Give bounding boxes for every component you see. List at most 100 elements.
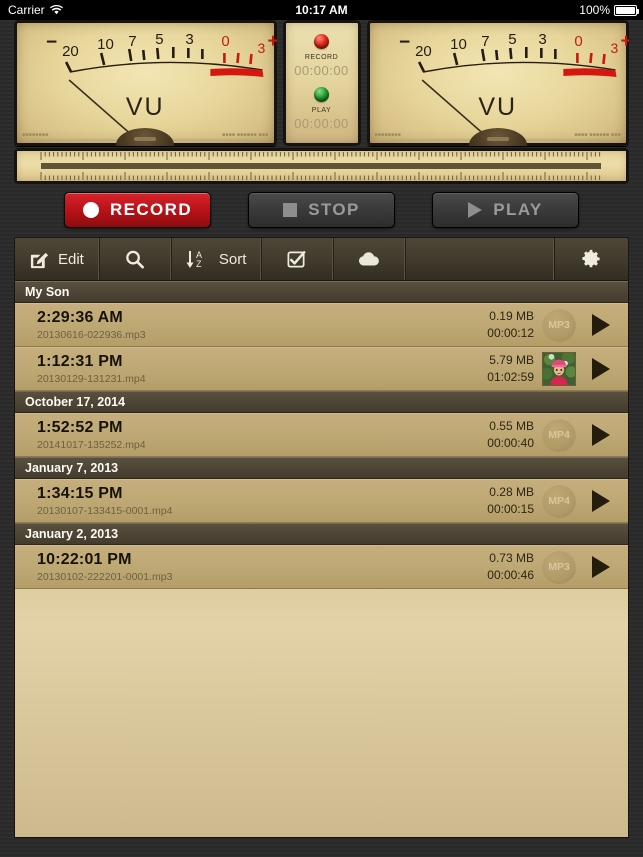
- edit-button[interactable]: Edit: [15, 238, 99, 280]
- svg-text:0: 0: [221, 33, 229, 50]
- recording-row-main: 2:29:36 AM 20130616-022936.mp3: [15, 309, 450, 341]
- play-timer: 00:00:00: [294, 116, 349, 131]
- settings-button[interactable]: [554, 238, 628, 280]
- svg-text:−: −: [399, 32, 410, 53]
- vu-footer-right-text: ■■■■ ■■■■■■ ■■■: [221, 132, 269, 138]
- select-button[interactable]: [261, 238, 334, 280]
- timer-panel: RECORD 00:00:00 PLAY 00:00:00: [282, 20, 361, 146]
- recording-time: 1:12:31 PM: [37, 352, 123, 370]
- battery-full-icon: [614, 4, 639, 16]
- play-icon: [592, 357, 610, 380]
- record-led: [314, 34, 329, 49]
- edit-button-label: Edit: [58, 250, 84, 268]
- recording-thumbnail[interactable]: [542, 351, 576, 386]
- recording-meta: 0.55 MB 00:00:40: [450, 419, 542, 450]
- svg-text:10: 10: [97, 36, 114, 53]
- recording-row-main: 1:12:31 PM 20130129-131231.mp4: [15, 353, 450, 385]
- section-title: My Son: [25, 284, 70, 299]
- record-button[interactable]: RECORD: [64, 192, 211, 228]
- toolbar-spacer: [405, 238, 554, 280]
- app-screen: Carrier 10:17 AM 100% − 20 10 7 5 3 0 3 …: [0, 0, 643, 857]
- svg-text:0: 0: [574, 33, 582, 50]
- recording-row[interactable]: 1:34:15 PM 20130107-133415-0001.mp4 0.28 M…: [15, 479, 628, 523]
- row-play-button[interactable]: [586, 313, 616, 336]
- recording-size: 5.79 MB: [489, 353, 534, 367]
- search-button[interactable]: [99, 238, 171, 280]
- record-timer: 00:00:00: [294, 63, 349, 78]
- play-indicator-label: PLAY: [311, 107, 332, 114]
- recording-time: 1:52:52 PM: [37, 418, 123, 436]
- list-section-header: My Son: [15, 281, 628, 303]
- stop-button-label: STOP: [308, 200, 360, 219]
- svg-text:7: 7: [128, 33, 136, 50]
- recording-filename: 20130102-222201-0001.mp3: [37, 570, 173, 583]
- recording-size: 0.73 MB: [489, 551, 534, 565]
- svg-text:10: 10: [450, 36, 467, 53]
- section-title: January 2, 2013: [25, 526, 119, 541]
- play-led: [314, 87, 329, 102]
- recording-row[interactable]: 1:52:52 PM 20141017-135252.mp4 0.55 MB 00:0…: [15, 413, 628, 457]
- vu-meter-right: − 20 10 7 5 3 0 3 + VU ■■■■■■■■ ■■■■ ■■■…: [366, 20, 629, 146]
- section-title: January 7, 2013: [25, 460, 119, 475]
- recordings-list[interactable]: My Son 2:29:36 AM 20130616-022936.mp3 0.19 …: [14, 281, 629, 838]
- svg-text:5: 5: [155, 31, 163, 48]
- svg-text:3: 3: [185, 31, 193, 48]
- recording-duration: 00:00:12: [487, 326, 534, 340]
- recording-meta: 0.28 MB 00:00:15: [450, 485, 542, 516]
- svg-text:5: 5: [508, 31, 516, 48]
- row-play-button[interactable]: [586, 489, 616, 512]
- recording-duration: 00:00:40: [487, 436, 534, 450]
- cloud-icon: [357, 250, 381, 268]
- checkbox-check-icon: [286, 249, 307, 270]
- svg-text:7: 7: [481, 33, 489, 50]
- cloud-button[interactable]: [333, 238, 406, 280]
- record-dot-icon: [82, 202, 99, 218]
- recording-filename: 20130129-131231.mp4: [37, 372, 146, 385]
- play-icon: [592, 555, 610, 578]
- play-button-label: PLAY: [493, 200, 543, 219]
- recording-format-badge: MP4: [542, 483, 576, 518]
- transport-controls: RECORD STOP PLAY: [0, 189, 643, 231]
- recording-time: 2:29:36 AM: [37, 308, 123, 326]
- recording-filename: 20130107-133415-0001.mp4: [37, 504, 173, 517]
- status-bar-right: 100%: [579, 3, 639, 17]
- play-button[interactable]: PLAY: [432, 192, 579, 228]
- svg-text:3: 3: [610, 40, 618, 56]
- recording-filename: 20130616-022936.mp3: [37, 328, 146, 341]
- list-toolbar: Edit A Z Sort: [14, 237, 629, 281]
- vu-meter-panel: − 20 10 7 5 3 0 3 + VU ■■■■■■■■ ■■■■ ■■■…: [14, 20, 629, 146]
- edit-pencil-icon: [29, 249, 50, 270]
- sort-button-label: Sort: [218, 250, 247, 268]
- svg-text:20: 20: [62, 43, 79, 60]
- recording-row[interactable]: 2:29:36 AM 20130616-022936.mp3 0.19 MB 00:0…: [15, 303, 628, 347]
- record-indicator-label: RECORD: [304, 54, 339, 61]
- vu-footer-left-text: ■■■■■■■■: [22, 132, 49, 138]
- vu-meter-right-label: VU: [478, 93, 518, 122]
- play-triangle-icon: [468, 202, 483, 218]
- play-icon: [592, 313, 610, 336]
- recording-duration: 01:02:59: [487, 370, 534, 384]
- svg-text:+: +: [267, 31, 276, 52]
- ruler-ticks: [40, 152, 601, 180]
- vu-meter-left: − 20 10 7 5 3 0 3 + VU ■■■■■■■■ ■■■■ ■■■…: [14, 20, 277, 146]
- vu-footer-left-text: ■■■■■■■■: [374, 132, 402, 138]
- svg-text:20: 20: [415, 43, 432, 60]
- row-play-button[interactable]: [586, 357, 616, 380]
- sort-button[interactable]: A Z Sort: [171, 238, 262, 280]
- play-icon: [592, 489, 610, 512]
- recording-row[interactable]: 10:22:01 PM 20130102-222201-0001.mp3 0.73 …: [15, 545, 628, 589]
- stop-button[interactable]: STOP: [248, 192, 395, 228]
- stop-square-icon: [283, 203, 298, 217]
- sort-az-icon: A Z: [185, 248, 211, 270]
- recording-time: 10:22:01 PM: [37, 550, 132, 568]
- recording-row[interactable]: 1:12:31 PM 20130129-131231.mp4 5.79 MB 01:0…: [15, 347, 628, 391]
- recordings-list-body: My Son 2:29:36 AM 20130616-022936.mp3 0.19 …: [15, 281, 628, 589]
- recording-time: 1:34:15 PM: [37, 484, 123, 502]
- row-play-button[interactable]: [586, 423, 616, 446]
- row-play-button[interactable]: [586, 555, 616, 578]
- recording-filename: 20141017-135252.mp4: [37, 438, 146, 451]
- record-button-label: RECORD: [109, 200, 193, 219]
- status-bar-time: 10:17 AM: [295, 3, 348, 17]
- vu-footer-right-text: ■■■■ ■■■■■■ ■■■: [574, 132, 621, 138]
- level-ruler-strip: [14, 148, 629, 184]
